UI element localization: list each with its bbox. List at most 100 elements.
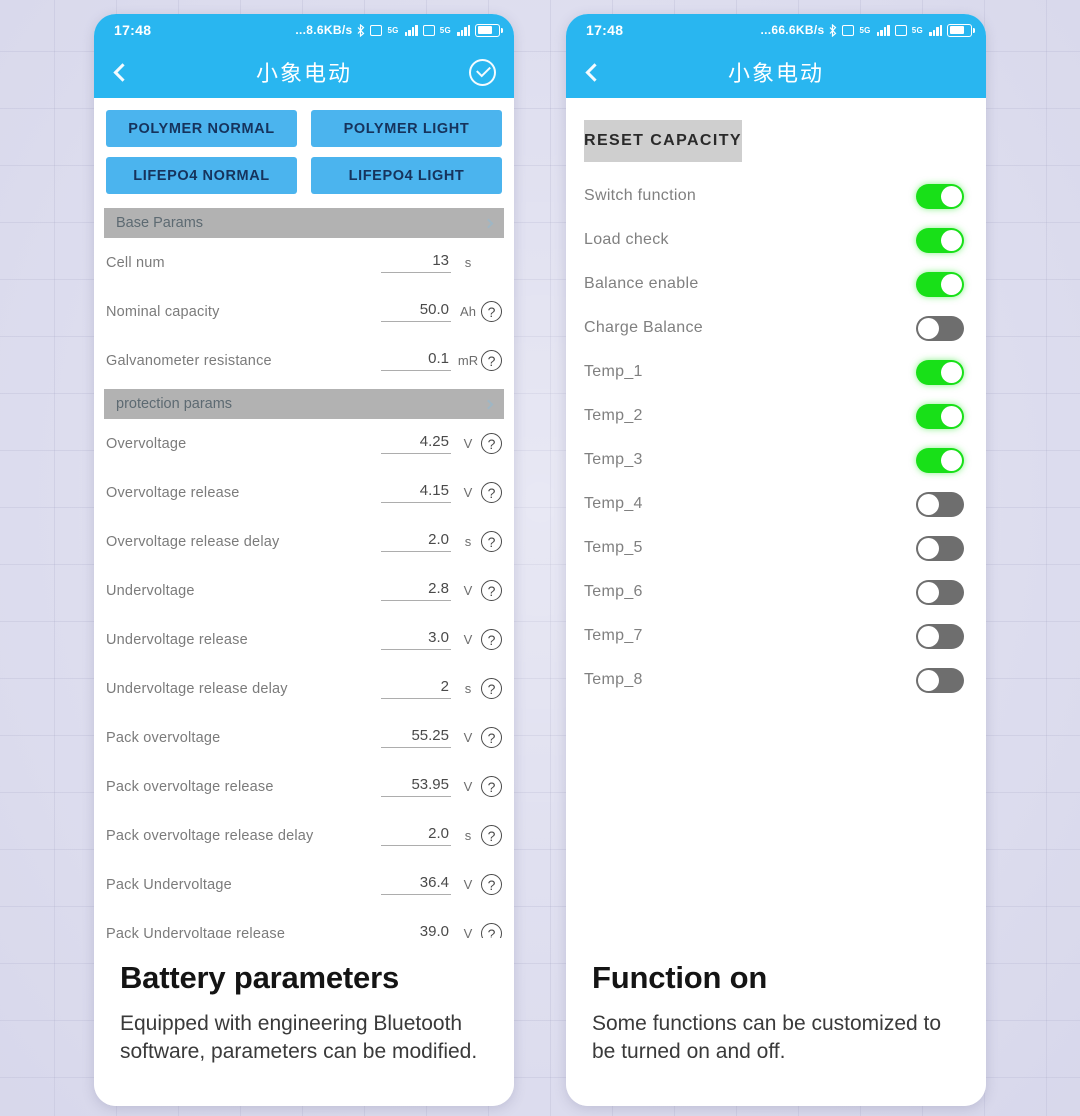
param-value-input[interactable]: 0.1	[381, 350, 451, 371]
right-caption-heading: Function on	[592, 960, 768, 995]
sim1-network-label: 5G	[859, 25, 871, 35]
param-unit-label: s	[464, 255, 472, 270]
param-value-input[interactable]: 2	[381, 678, 451, 699]
toggle-switch[interactable]	[916, 491, 964, 517]
toggle-label: Load check	[584, 231, 669, 248]
left-caption-body: Equipped with engineering Bluetooth soft…	[120, 1012, 478, 1063]
param-value-input[interactable]: 39.0	[381, 923, 451, 938]
back-chevron-icon[interactable]	[113, 62, 132, 82]
help-icon[interactable]: ?	[481, 580, 502, 601]
help-icon[interactable]: ?	[481, 482, 502, 503]
toggle-knob	[941, 185, 962, 207]
help-icon[interactable]: ?	[481, 874, 502, 895]
param-unit-label: s	[464, 681, 472, 696]
toggle-row: Temp_5	[566, 526, 986, 570]
toggle-label: Temp_1	[584, 363, 643, 380]
param-value-input[interactable]: 53.95	[381, 776, 451, 797]
toggle-label: Temp_2	[584, 407, 643, 424]
param-value-input[interactable]: 2.0	[381, 825, 451, 846]
param-value-input[interactable]: 2.0	[381, 531, 451, 552]
back-chevron-icon[interactable]	[585, 62, 604, 82]
param-label: Pack overvoltage release delay	[106, 827, 314, 844]
param-row: Galvanometer resistance 0.1 mR?	[94, 336, 514, 385]
param-value-input[interactable]: 50.0	[381, 301, 451, 322]
param-value-input[interactable]: 4.25	[381, 433, 451, 454]
param-value-input[interactable]: 55.25	[381, 727, 451, 748]
help-icon[interactable]: ?	[481, 923, 502, 938]
help-icon[interactable]: ?	[481, 350, 502, 371]
param-value-input[interactable]: 13	[381, 252, 451, 273]
toggle-switch[interactable]	[916, 227, 964, 253]
right-caption-body: Some functions can be customized to be t…	[592, 1012, 942, 1063]
toggle-knob	[918, 581, 939, 603]
help-icon[interactable]: ?	[481, 727, 502, 748]
sim1-signal-icon	[876, 24, 890, 36]
toggle-switch[interactable]	[916, 447, 964, 473]
help-icon[interactable]: ?	[481, 433, 502, 454]
param-label: Cell num	[106, 254, 165, 271]
bluetooth-icon	[829, 23, 837, 37]
param-value-input[interactable]: 2.8	[381, 580, 451, 601]
param-row: Overvoltage release 4.15 V?	[94, 468, 514, 517]
toggle-label: Temp_3	[584, 451, 643, 468]
param-row: Pack overvoltage 55.25 V?	[94, 713, 514, 762]
toggle-switch[interactable]	[916, 315, 964, 341]
param-unit-label: V	[463, 730, 473, 745]
toggle-row: Charge Balance	[566, 306, 986, 350]
toggle-label: Temp_4	[584, 495, 643, 512]
preset-button-3[interactable]: LIFEPO4 LIGHT	[311, 157, 502, 194]
param-unit-label: V	[463, 436, 473, 451]
preset-button-0[interactable]: POLYMER NORMAL	[106, 110, 297, 147]
param-label: Pack Undervoltage release	[106, 925, 286, 939]
toggle-switch[interactable]	[916, 359, 964, 385]
toggle-knob	[941, 273, 962, 295]
left-page-title: 小象电动	[255, 61, 352, 86]
reset-capacity-button[interactable]: RESET CAPACITY	[584, 120, 742, 162]
preset-button-2[interactable]: LIFEPO4 NORMAL	[106, 157, 297, 194]
param-unit-label: s	[464, 828, 472, 843]
param-row: Undervoltage 2.8 V?	[94, 566, 514, 615]
toggle-knob	[941, 361, 962, 383]
toggle-switch[interactable]	[916, 623, 964, 649]
param-value-input[interactable]: 4.15	[381, 482, 451, 503]
toggle-row: Temp_2	[566, 394, 986, 438]
toggle-switch[interactable]	[916, 271, 964, 297]
param-label: Overvoltage	[106, 435, 187, 452]
toggle-switch[interactable]	[916, 183, 964, 209]
sim2-network-label: 5G	[911, 25, 923, 35]
help-icon[interactable]: ?	[481, 531, 502, 552]
toggle-switch[interactable]	[916, 667, 964, 693]
screenshot-stage: 17:48 ...8.6KB/s 5G 5G 小象电动 POLYMER NORM	[0, 0, 1080, 1116]
sim1-icon	[370, 24, 383, 36]
sim2-network-label: 5G	[439, 25, 451, 35]
help-icon[interactable]: ?	[481, 678, 502, 699]
param-label: Undervoltage release delay	[106, 680, 288, 697]
toggle-switch[interactable]	[916, 535, 964, 561]
check-circle-icon[interactable]	[469, 58, 496, 86]
toggle-label: Switch function	[584, 187, 697, 204]
left-status-bar: 17:48 ...8.6KB/s 5G 5G	[94, 14, 514, 46]
toggle-label: Charge Balance	[584, 319, 703, 336]
param-value-input[interactable]: 36.4	[381, 874, 451, 895]
battery-icon	[475, 23, 503, 37]
toggle-switch[interactable]	[916, 403, 964, 429]
param-row: Pack overvoltage release delay 2.0 s?	[94, 811, 514, 860]
preset-button-1[interactable]: POLYMER LIGHT	[311, 110, 502, 147]
sim2-icon	[422, 24, 435, 36]
param-label: Pack Undervoltage	[106, 876, 232, 893]
sim2-icon	[894, 24, 907, 36]
param-unit-label: s	[464, 534, 472, 549]
left-phone-card: 17:48 ...8.6KB/s 5G 5G 小象电动 POLYMER NORM	[94, 14, 514, 1106]
help-icon[interactable]: ?	[481, 825, 502, 846]
left-caption-heading: Battery parameters	[120, 960, 399, 995]
param-value-input[interactable]: 3.0	[381, 629, 451, 650]
help-icon[interactable]: ?	[481, 301, 502, 322]
param-label: Nominal capacity	[106, 303, 220, 320]
help-icon[interactable]: ?	[481, 776, 502, 797]
help-icon[interactable]: ?	[481, 629, 502, 650]
section-header-1[interactable]: protection params	[104, 389, 504, 419]
section-header-0[interactable]: Base Params	[104, 208, 504, 238]
toggle-label: Temp_7	[584, 627, 643, 644]
param-row: Nominal capacity 50.0 Ah?	[94, 287, 514, 336]
toggle-switch[interactable]	[916, 579, 964, 605]
